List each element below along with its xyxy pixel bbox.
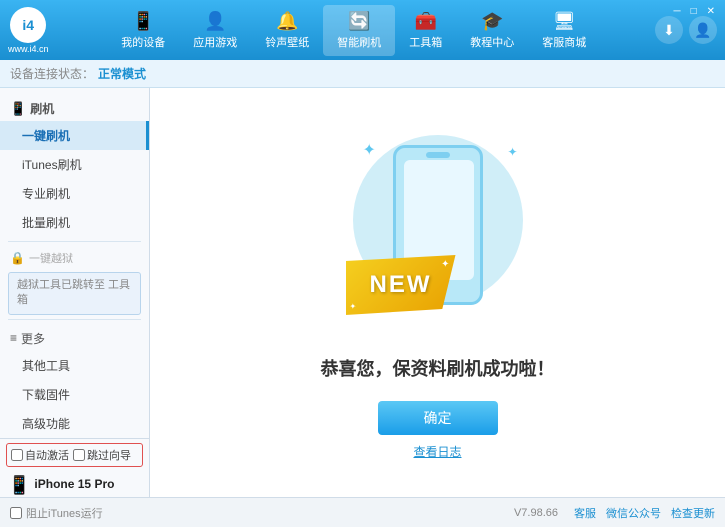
more-icon: ≡ — [10, 331, 17, 345]
nav-apps-games[interactable]: 👤 应用游戏 — [179, 5, 251, 56]
nav-service[interactable]: 🖥 客服商城 — [528, 5, 600, 56]
footer: 阻止iTunes运行 V7.98.66 客服 微信公众号 检查更新 — [0, 497, 725, 527]
sidebar-item-pro-flash[interactable]: 专业刷机 — [0, 179, 149, 208]
nav-ringtones[interactable]: 🔔 铃声壁纸 — [251, 5, 323, 56]
jailbreak-label: 一键越狱 — [29, 250, 73, 266]
sidebar-flash-header: 📱 刷机 — [0, 94, 149, 121]
nav-ringtones-label: 铃声壁纸 — [265, 34, 309, 50]
maximize-button[interactable]: □ — [687, 4, 701, 19]
star-icon-1: ✦ — [441, 259, 449, 270]
nav-apps-games-label: 应用游戏 — [193, 34, 237, 50]
auto-activate-checkbox[interactable] — [11, 449, 23, 461]
footer-left: 阻止iTunes运行 — [10, 505, 514, 521]
status-label: 设备连接状态： — [10, 65, 94, 82]
smart-flash-icon: 🔄 — [348, 11, 370, 32]
logo-circle: i4 — [10, 7, 46, 43]
success-text: 恭喜您，保资料刷机成功啦！ — [321, 355, 555, 381]
sidebar-more-header: ≡ 更多 — [0, 324, 149, 351]
content-area: NEW ✦ ✦ ✦ ✦ 恭喜您，保资料刷机成功啦！ 确定 查看日志 — [150, 88, 725, 497]
auto-guide-label: 跳过向导 — [87, 447, 131, 463]
main-layout: 📱 刷机 一键刷机 iTunes刷机 专业刷机 批量刷机 🔒 一键越狱 越狱工具… — [0, 88, 725, 497]
nav-tutorial[interactable]: 🎓 教程中心 — [456, 5, 528, 56]
auto-activate-label: 自动激活 — [25, 447, 69, 463]
toolbox-icon: 🧰 — [415, 11, 437, 32]
confirm-button[interactable]: 确定 — [378, 401, 498, 435]
sidebar-item-one-key-flash[interactable]: 一键刷机 — [0, 121, 149, 150]
sidebar-divider-1 — [8, 241, 141, 242]
ringtone-icon: 🔔 — [276, 11, 298, 32]
sidebar-item-download-firmware[interactable]: 下载固件 — [0, 380, 149, 409]
phone-notch — [426, 152, 450, 158]
auto-activate-option[interactable]: 自动激活 — [11, 447, 69, 463]
device-name: iPhone 15 Pro Max — [34, 475, 141, 497]
sidebar-item-other-tools[interactable]: 其他工具 — [0, 351, 149, 380]
close-button[interactable]: ✕ — [703, 4, 719, 19]
status-value: 正常模式 — [98, 65, 146, 82]
apps-icon: 👤 — [204, 11, 226, 32]
device-phone-icon: 📱 — [8, 475, 30, 496]
flash-section-label: 刷机 — [30, 100, 54, 117]
new-badge-text: NEW — [370, 271, 432, 299]
lock-icon: 🔒 — [10, 251, 25, 265]
sidebar-alert-box: 越狱工具已跳转至 工具箱 — [8, 272, 141, 315]
sidebar-item-advanced[interactable]: 高级功能 — [0, 409, 149, 438]
device-details: iPhone 15 Pro Max 512GB iPhone — [34, 475, 141, 497]
more-label: 更多 — [21, 330, 45, 347]
footer-links: 客服 微信公众号 检查更新 — [574, 505, 715, 521]
logo-text: i4 — [22, 17, 34, 33]
block-itunes-checkbox[interactable] — [10, 507, 22, 519]
block-itunes-label: 阻止iTunes运行 — [26, 505, 103, 521]
tutorial-icon: 🎓 — [481, 11, 503, 32]
nav-bar: 📱 我的设备 👤 应用游戏 🔔 铃声壁纸 🔄 智能刷机 🧰 工具箱 🎓 — [61, 5, 647, 56]
nav-tutorial-label: 教程中心 — [470, 34, 514, 50]
status-bar: 设备连接状态： 正常模式 — [0, 60, 725, 88]
footer-link-desk[interactable]: 客服 — [574, 505, 596, 521]
flash-section-icon: 📱 — [10, 101, 26, 117]
sparkle-icon-left: ✦ — [363, 140, 376, 160]
device-info: 📱 iPhone 15 Pro Max 512GB iPhone — [6, 471, 143, 497]
new-ribbon: NEW ✦ ✦ — [346, 255, 456, 315]
footer-link-update[interactable]: 检查更新 — [671, 505, 715, 521]
star-icon-2: ✦ — [350, 302, 357, 311]
header-right: ⬇ 👤 — [655, 16, 717, 44]
minimize-button[interactable]: ─ — [669, 4, 684, 19]
logo-url: www.i4.cn — [8, 44, 49, 54]
header: i4 www.i4.cn 📱 我的设备 👤 应用游戏 🔔 铃声壁纸 🔄 智能刷机 — [0, 0, 725, 60]
nav-my-device[interactable]: 📱 我的设备 — [107, 5, 179, 56]
user-button[interactable]: 👤 — [689, 16, 717, 44]
version-text: V7.98.66 — [514, 507, 558, 519]
nav-smart-flash-label: 智能刷机 — [337, 34, 381, 50]
auto-guide-checkbox[interactable] — [73, 449, 85, 461]
sidebar-item-itunes-flash[interactable]: iTunes刷机 — [0, 150, 149, 179]
download-button[interactable]: ⬇ — [655, 16, 683, 44]
sidebar-item-batch-flash[interactable]: 批量刷机 — [0, 208, 149, 237]
device-icon: 📱 — [132, 11, 154, 32]
nav-my-device-label: 我的设备 — [121, 34, 165, 50]
nav-smart-flash[interactable]: 🔄 智能刷机 — [323, 5, 395, 56]
nav-toolbox-label: 工具箱 — [409, 34, 442, 50]
alert-text: 越狱工具已跳转至 工具箱 — [17, 279, 130, 306]
sparkle-icon-right: ✦ — [507, 145, 517, 159]
sidebar-divider-2 — [8, 319, 141, 320]
footer-link-wechat[interactable]: 微信公众号 — [606, 505, 661, 521]
nav-service-label: 客服商城 — [542, 34, 586, 50]
device-panel: 自动激活 跳过向导 📱 iPhone 15 Pro Max 512GB iPho… — [0, 438, 149, 497]
sidebar: 📱 刷机 一键刷机 iTunes刷机 专业刷机 批量刷机 🔒 一键越狱 越狱工具… — [0, 88, 150, 497]
auto-options-box: 自动激活 跳过向导 — [6, 443, 143, 467]
logo[interactable]: i4 www.i4.cn — [8, 7, 49, 54]
log-link[interactable]: 查看日志 — [413, 443, 461, 460]
nav-toolbox[interactable]: 🧰 工具箱 — [395, 5, 456, 56]
success-illustration: NEW ✦ ✦ ✦ ✦ — [338, 125, 538, 345]
sidebar-disabled-jailbreak: 🔒 一键越狱 — [0, 246, 149, 270]
service-icon: 🖥 — [553, 11, 576, 32]
auto-guide-option[interactable]: 跳过向导 — [73, 447, 131, 463]
